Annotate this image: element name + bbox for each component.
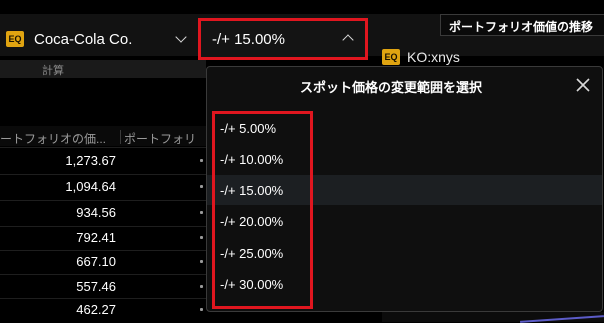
table-cell-value: 1,094.64 [65, 179, 116, 194]
row-divider [0, 226, 206, 227]
table-cell-marker [200, 185, 203, 188]
table-cell-value: 792.41 [76, 230, 116, 245]
row-divider [0, 298, 206, 299]
table-cell-marker [200, 285, 203, 288]
table-cell-marker [200, 260, 203, 263]
column-header-portfolio[interactable]: ポートフォリ [124, 130, 206, 147]
spot-range-select[interactable]: -/+ 15.00% [198, 18, 368, 60]
table-cell-value: 934.56 [76, 205, 116, 220]
equity-badge: EQ [6, 31, 24, 47]
table-cell-marker [200, 236, 203, 239]
chevron-up-icon [342, 34, 354, 46]
table-cell-marker [200, 211, 203, 214]
calculation-section-header [0, 60, 206, 78]
row-divider [0, 250, 206, 251]
table-cell-value: 667.10 [76, 254, 116, 269]
table-cell-value: 462.27 [76, 302, 116, 317]
row-divider [0, 174, 206, 175]
table-cell-value: 1,273.67 [65, 153, 116, 168]
calculation-label: 計算 [42, 65, 64, 77]
dropdown-title: スポット価格の変更範囲を選択 [300, 80, 483, 95]
chevron-down-icon [175, 31, 187, 43]
row-divider [0, 274, 206, 275]
close-icon[interactable] [574, 76, 592, 94]
row-divider [0, 147, 206, 148]
options-highlight-outline [212, 111, 313, 309]
table-cell-value: 557.46 [76, 279, 116, 294]
table-cell-marker [200, 308, 203, 311]
security-name: Coca-Cola Co. [34, 30, 133, 48]
spot-range-value: -/+ 15.00% [212, 31, 285, 48]
column-header-portfolio-value[interactable]: ートフォリオの価... [0, 130, 118, 147]
table-cell-marker [200, 159, 203, 162]
portfolio-value-chart-title: ポートフォリオ価値の推移 [440, 14, 604, 36]
column-divider[interactable] [120, 130, 121, 144]
ticker-badge: EQ [382, 49, 400, 65]
ticker-label: KO:xnys [407, 49, 460, 65]
security-selector[interactable]: EQ Coca-Cola Co. [0, 22, 198, 56]
row-divider [0, 200, 206, 201]
